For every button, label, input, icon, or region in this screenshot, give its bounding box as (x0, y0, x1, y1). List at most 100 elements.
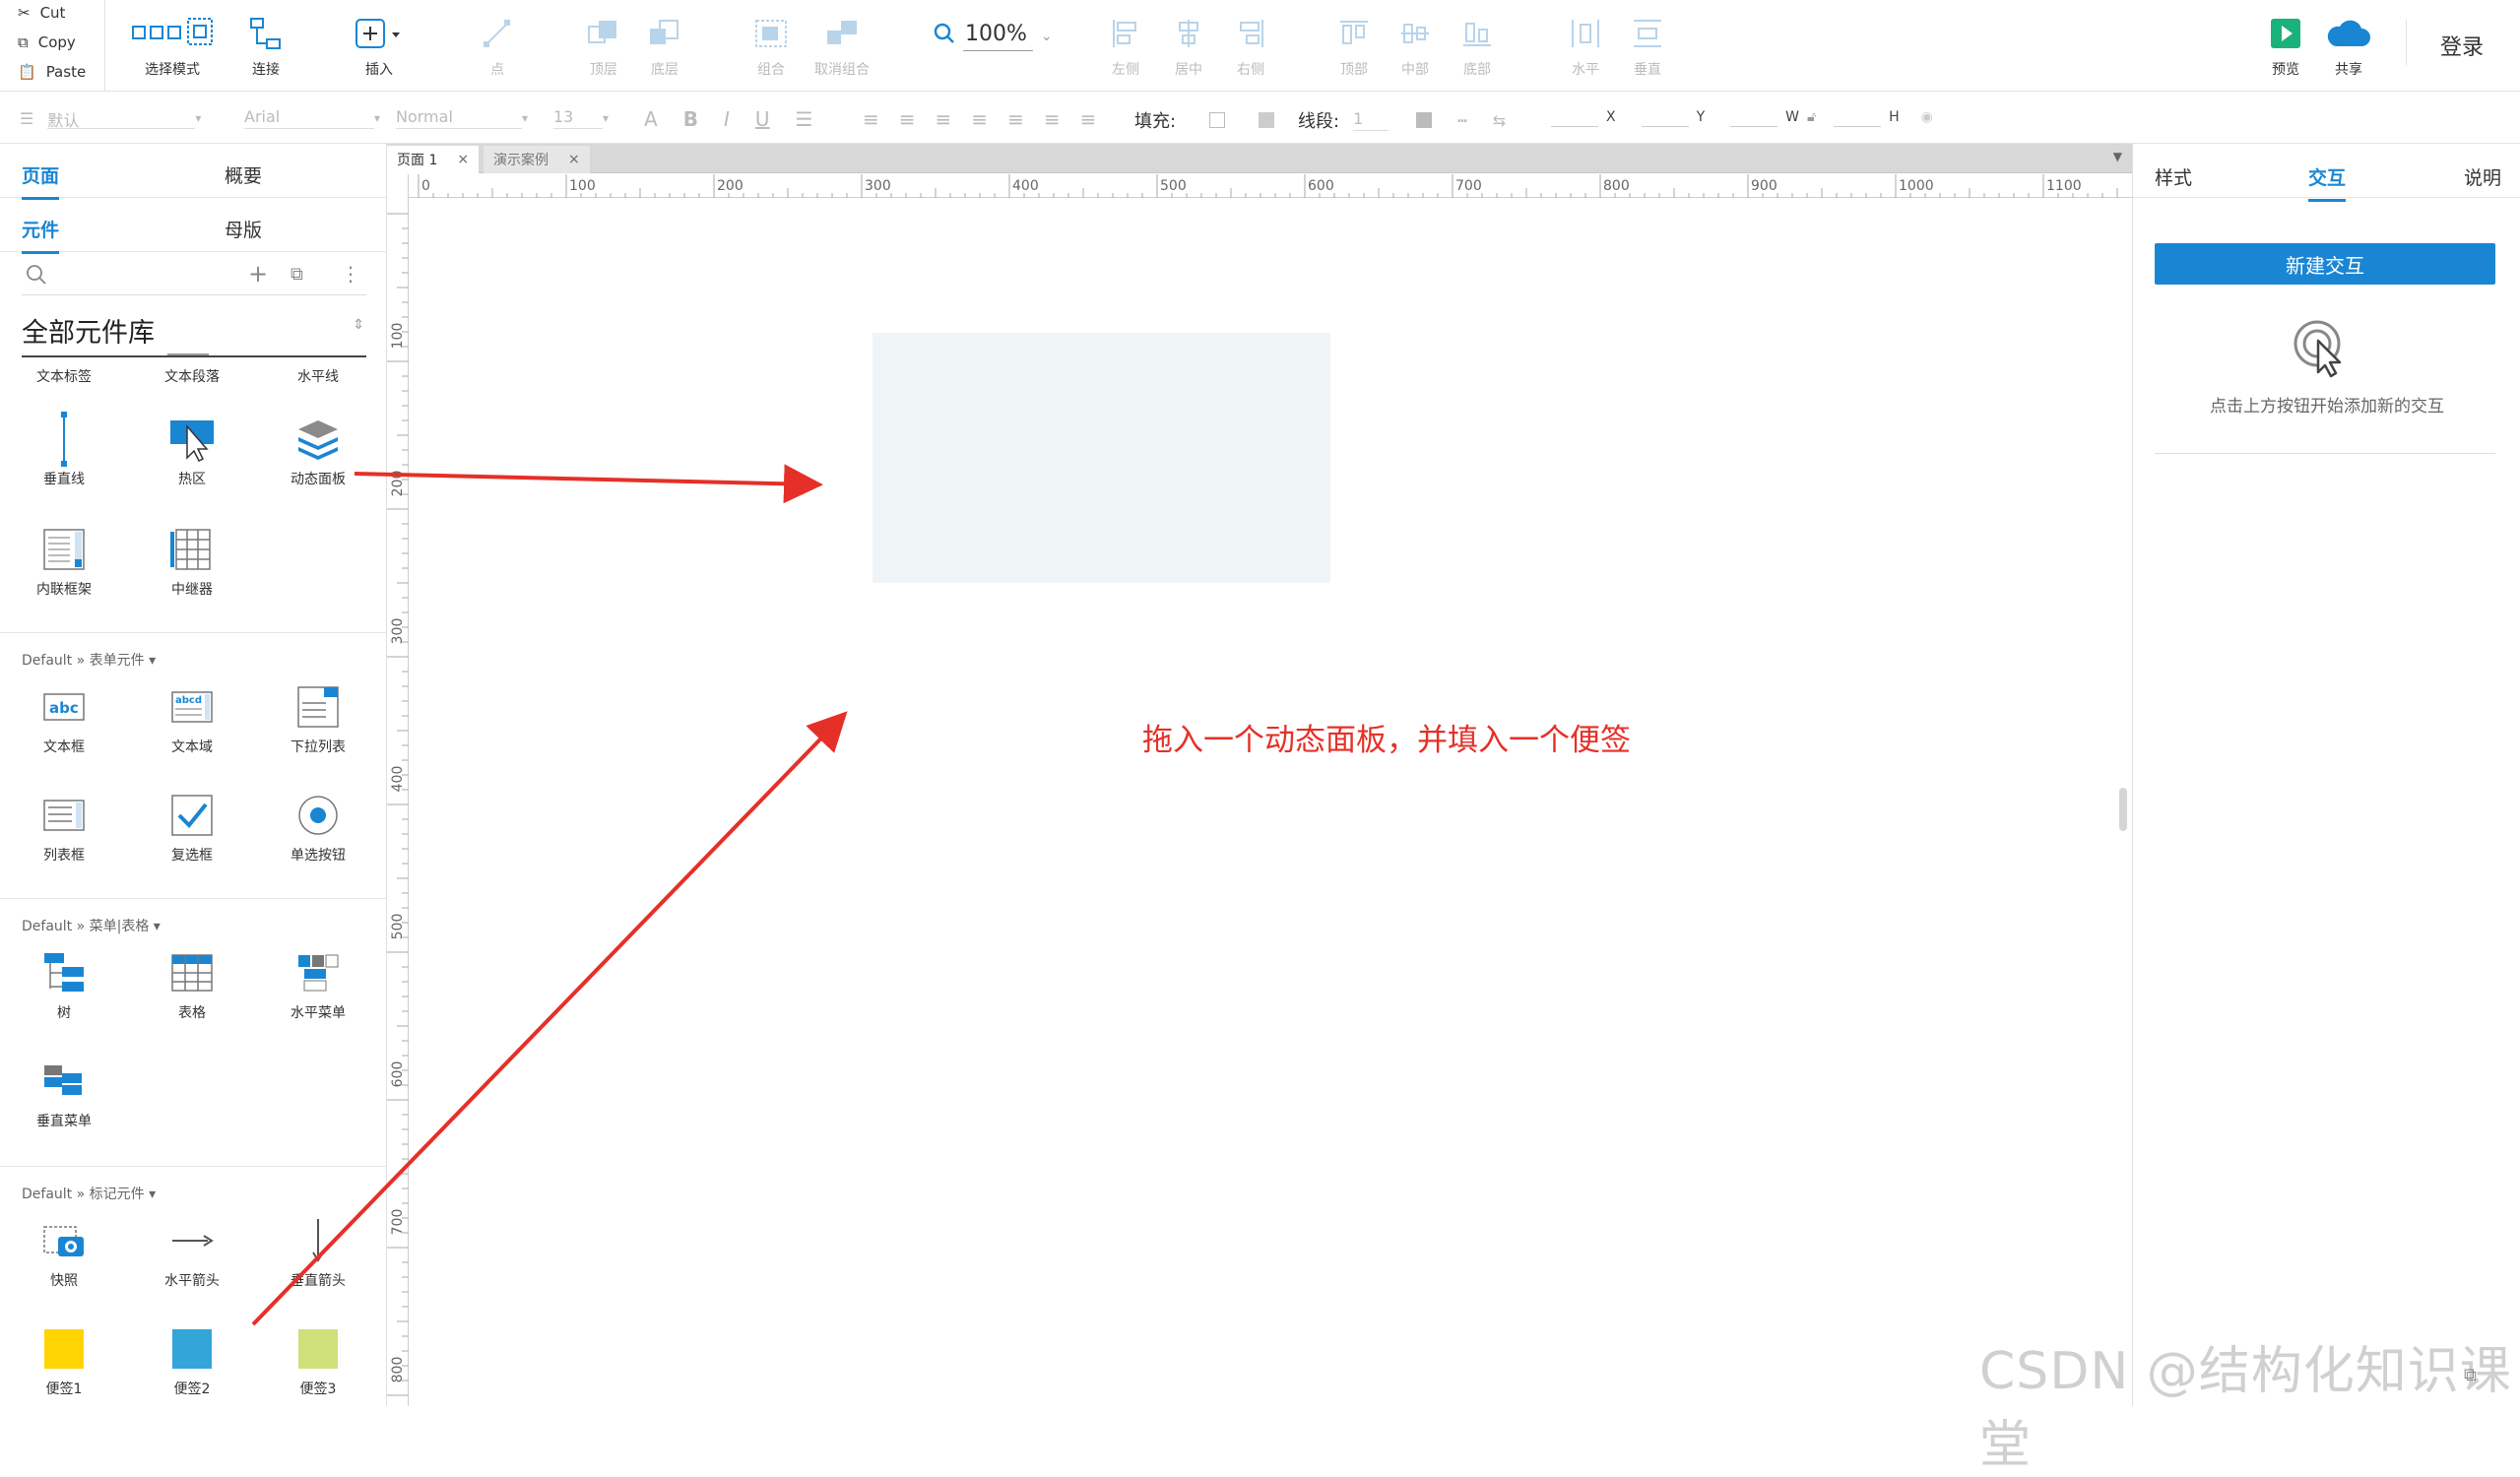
ruler-v-label: 500 (390, 913, 406, 940)
tab-style[interactable]: 样式 (2155, 163, 2192, 190)
text-align-buttons: ≡ ≡ ≡ ≡ ≡ ≡ ≡ (863, 107, 1096, 131)
library-select[interactable]: 全部元件库 ⇕ (22, 311, 366, 357)
paste-button[interactable]: 📋 Paste (18, 63, 86, 81)
x-field[interactable] (1551, 107, 1598, 127)
tab-notes[interactable]: 说明 (2464, 163, 2501, 190)
widget-sticky-2[interactable]: 便签2 (138, 1319, 246, 1398)
vertical-menu-icon (10, 1052, 118, 1111)
search-icon[interactable] (26, 264, 47, 289)
widget-vertical-line[interactable]: 垂直线 (10, 410, 118, 488)
point-button[interactable]: 点 (453, 14, 542, 79)
zoom-control[interactable]: 100% ⌄ (934, 22, 1053, 51)
copy-button[interactable]: ⧉ Copy (18, 33, 76, 51)
widget-text-box[interactable]: abc 文本框 (10, 677, 118, 756)
ruler-h-label: 900 (1751, 178, 1777, 194)
zoom-value[interactable]: 100% (963, 22, 1033, 51)
more-menu-icon[interactable]: ⋮ (341, 262, 360, 286)
section-markup-header[interactable]: Default » 标记元件 ▾ (22, 1184, 156, 1203)
align-right-button[interactable]: 右侧 (1206, 14, 1295, 79)
text-align-center-icon[interactable]: ≡ (899, 107, 916, 131)
fill-color-swatch[interactable] (1209, 112, 1226, 128)
widget-horizontal-menu[interactable]: 水平菜单 (264, 943, 372, 1022)
underline-icon[interactable]: U (755, 107, 770, 131)
doc-tab-page1[interactable]: 页面 1 × (387, 146, 480, 173)
y-field[interactable] (1641, 107, 1689, 127)
tab-masters[interactable]: 母版 (225, 216, 262, 242)
hotspot-cursor-icon (138, 410, 246, 469)
widget-horizontal-arrow[interactable]: 水平箭头 (138, 1211, 246, 1290)
add-library-icon[interactable]: + (248, 260, 268, 288)
tabs-dropdown-icon[interactable]: ▼ (2113, 150, 2122, 163)
widget-sticky-3[interactable]: 便签3 (264, 1319, 372, 1398)
close-icon[interactable]: × (457, 152, 469, 167)
shadow-swatch[interactable] (1259, 112, 1275, 128)
tab-pages[interactable]: 页面 (22, 161, 60, 200)
tab-interaction[interactable]: 交互 (2308, 163, 2347, 202)
valign-bottom-icon[interactable]: ≡ (1080, 107, 1097, 131)
visibility-eye-icon[interactable]: ◉ (1921, 109, 1933, 125)
distribute-vertical-button[interactable]: 垂直 (1603, 14, 1692, 79)
align-bottom-button[interactable]: 底部 (1433, 14, 1521, 79)
italic-icon[interactable]: I (724, 107, 730, 131)
close-icon[interactable]: × (568, 152, 580, 167)
font-color-icon[interactable]: A (644, 107, 658, 131)
share-button[interactable]: 共享 (2304, 14, 2393, 79)
line-color-swatch[interactable] (1416, 112, 1433, 128)
widget-text-paragraph[interactable]: 文本段落 (138, 366, 246, 386)
font-family-select[interactable]: Arial ▾ (244, 107, 380, 129)
widget-list-box[interactable]: 列表框 (10, 786, 118, 865)
cut-button[interactable]: ✂ Cut (18, 4, 65, 22)
arrow-style-icon[interactable]: ⇆ (1493, 111, 1506, 130)
font-size-select[interactable]: 13 ▾ (553, 107, 609, 129)
section-form-header[interactable]: Default » 表单元件 ▾ (22, 650, 156, 670)
widget-repeater[interactable]: 中继器 (138, 520, 246, 599)
section-menu-header[interactable]: Default » 菜单|表格 ▾ (22, 916, 161, 935)
dynamic-panel-widget[interactable] (872, 333, 1330, 583)
w-field[interactable] (1730, 107, 1778, 127)
ungroup-button[interactable]: 取消组合 (798, 14, 886, 79)
line-pattern-icon[interactable]: ┅ (1457, 111, 1467, 130)
widget-radio-button[interactable]: 单选按钮 (264, 786, 372, 865)
tab-outline[interactable]: 概要 (225, 161, 262, 188)
widget-vertical-arrow[interactable]: 垂直箭头 (264, 1211, 372, 1290)
ruler-h-label: 0 (421, 178, 430, 194)
widget-snapshot[interactable]: 快照 (10, 1211, 118, 1290)
select-mode-button[interactable]: 选择模式 (128, 14, 217, 79)
tab-widgets[interactable]: 元件 (22, 216, 60, 254)
text-justify-icon[interactable]: ≡ (971, 107, 988, 131)
insert-button[interactable]: 插入 (335, 14, 423, 79)
widget-tree[interactable]: 树 (10, 943, 118, 1022)
font-weight-select[interactable]: Normal ▾ (396, 107, 528, 129)
login-link[interactable]: 登录 (2440, 30, 2484, 61)
bottom-layer-button[interactable]: 底层 (620, 14, 709, 79)
style-select[interactable]: ☰ 默认 ▾ (20, 107, 201, 131)
bold-icon[interactable]: B (683, 107, 698, 131)
bullet-list-icon[interactable]: ☰ (795, 107, 812, 131)
align-bottom-icon (1433, 14, 1521, 53)
text-align-right-icon[interactable]: ≡ (936, 107, 952, 131)
widget-horizontal-line[interactable]: 水平线 (264, 366, 372, 386)
line-width-select[interactable]: 1 (1353, 109, 1389, 131)
widget-table[interactable]: 表格 (138, 943, 246, 1022)
widget-hotspot[interactable]: 热区 (138, 410, 246, 488)
pages-tabs: 页面 概要 (0, 144, 386, 200)
text-align-left-icon[interactable]: ≡ (863, 107, 879, 131)
new-interaction-button[interactable]: 新建交互 (2155, 243, 2495, 285)
library-folder-icon[interactable]: ⧉ (291, 264, 303, 285)
widget-dropdown[interactable]: 下拉列表 (264, 677, 372, 756)
corner-chat-icon[interactable]: ⧉ (2464, 1365, 2477, 1385)
valign-middle-icon[interactable]: ≡ (1044, 107, 1061, 131)
connect-button[interactable]: 连接 (222, 14, 310, 79)
widget-text-label[interactable]: 文本标签 (10, 366, 118, 386)
widget-dynamic-panel[interactable]: 动态面板 (264, 410, 372, 488)
canvas-scrollbar[interactable] (2119, 788, 2127, 831)
h-field[interactable] (1834, 107, 1882, 127)
widget-inline-frame[interactable]: 内联框架 (10, 520, 118, 599)
doc-tab-demo[interactable]: 演示案例 × (484, 146, 590, 173)
widget-vertical-menu[interactable]: 垂直菜单 (10, 1052, 118, 1130)
widget-sticky-1[interactable]: 便签1 (10, 1319, 118, 1398)
valign-top-icon[interactable]: ≡ (1007, 107, 1024, 131)
lock-icon[interactable]: 🔓︎ (1807, 109, 1816, 125)
widget-text-area[interactable]: abcd 文本域 (138, 677, 246, 756)
widget-checkbox[interactable]: 复选框 (138, 786, 246, 865)
